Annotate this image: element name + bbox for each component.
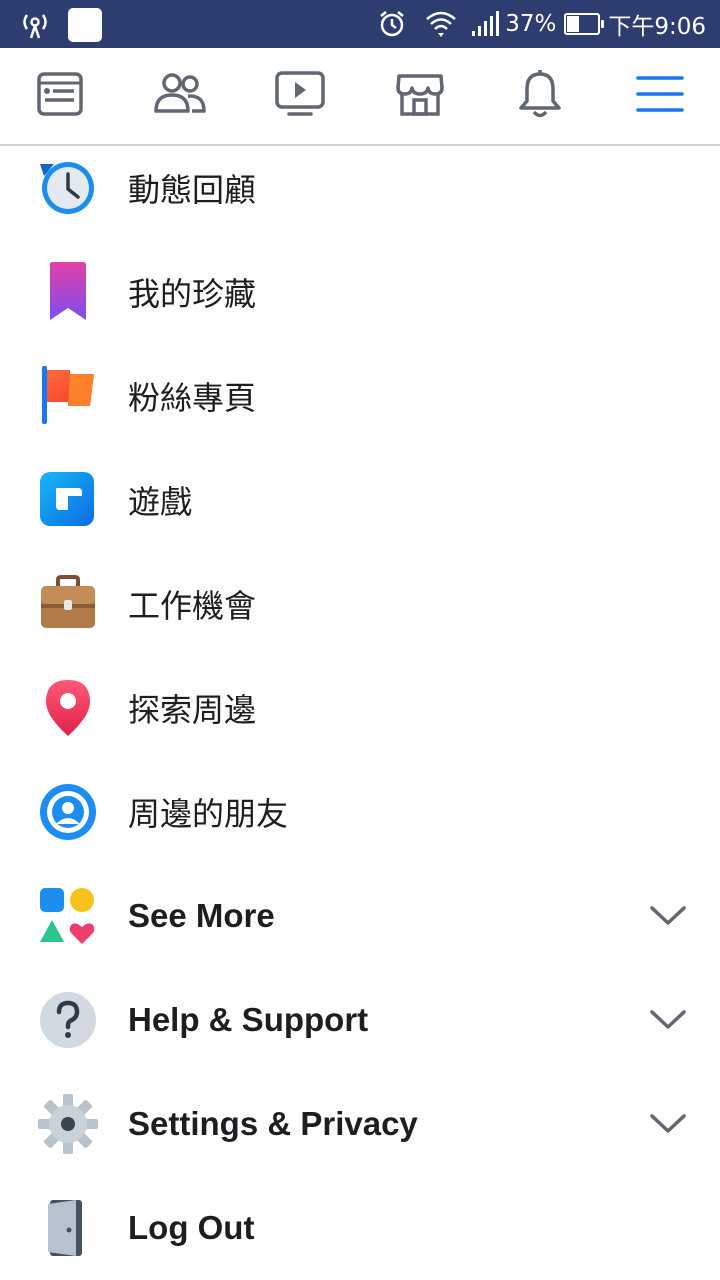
status-bar: 37% 下午9:06	[0, 0, 720, 48]
friends-icon	[154, 71, 206, 121]
wireless-tether-icon	[18, 10, 52, 40]
status-bar-left	[18, 8, 102, 42]
tab-news-feed[interactable]	[0, 48, 120, 144]
tab-watch[interactable]	[240, 48, 360, 144]
menu-item-log-out[interactable]: Log Out	[0, 1176, 720, 1280]
location-pin-icon	[38, 678, 98, 738]
menu-item-label: 我的珍藏	[128, 275, 257, 313]
see-more-shapes-icon	[38, 886, 98, 946]
tab-menu[interactable]	[600, 48, 720, 144]
menu-item-help-support[interactable]: Help & Support	[0, 968, 720, 1072]
battery-percent: 37%	[505, 11, 557, 37]
chevron-down-icon[interactable]	[648, 896, 688, 936]
menu-item-label: 遊戲	[128, 483, 193, 521]
menu-item-label: Help & Support	[128, 1001, 369, 1038]
hamburger-menu-icon	[636, 74, 684, 118]
menu-item-nearby-friends[interactable]: 周邊的朋友	[0, 760, 720, 864]
menu-item-jobs[interactable]: 工作機會	[0, 552, 720, 656]
news-feed-icon	[36, 70, 84, 122]
watch-video-icon	[274, 70, 326, 122]
notification-app-icon	[68, 8, 102, 42]
settings-gear-icon	[38, 1094, 98, 1154]
status-bar-right: 37% 下午9:06	[377, 0, 706, 48]
menu-item-settings-privacy[interactable]: Settings & Privacy	[0, 1072, 720, 1176]
gaming-icon	[38, 470, 98, 530]
battery-icon	[564, 13, 605, 35]
logout-door-icon	[38, 1198, 98, 1258]
signal-icon	[471, 11, 500, 37]
menu-item-label: 工作機會	[128, 587, 257, 625]
menu-item-label: 動態回顧	[128, 171, 257, 209]
battery-level	[567, 16, 580, 32]
saved-bookmark-icon	[38, 262, 98, 322]
pages-flag-icon	[38, 366, 98, 426]
menu-item-label: 粉絲專頁	[128, 379, 257, 417]
alarm-icon	[377, 9, 407, 39]
menu-item-see-more[interactable]: See More	[0, 864, 720, 968]
wifi-icon	[425, 9, 457, 39]
tab-notifications[interactable]	[480, 48, 600, 144]
help-question-icon	[38, 990, 98, 1050]
jobs-briefcase-icon	[38, 574, 98, 634]
status-time: 下午9:06	[608, 14, 706, 40]
menu-item-pages[interactable]: 粉絲專頁	[0, 344, 720, 448]
menu-item-label: See More	[128, 897, 275, 934]
tab-friends[interactable]	[120, 48, 240, 144]
top-nav	[0, 48, 720, 146]
marketplace-store-icon	[395, 70, 445, 122]
chevron-down-icon[interactable]	[648, 1104, 688, 1144]
menu-item-label: Settings & Privacy	[128, 1105, 418, 1142]
menu-item-label: 探索周邊	[128, 691, 257, 729]
menu-item-label: 周邊的朋友	[128, 795, 289, 833]
menu-item-saved[interactable]: 我的珍藏	[0, 240, 720, 344]
menu-list: 動態回顧 我的珍藏 粉絲專頁 遊戲 工作機會 探索周邊 周邊的朋友 See Mo…	[0, 136, 720, 1280]
menu-item-gaming[interactable]: 遊戲	[0, 448, 720, 552]
menu-item-label: Log Out	[128, 1209, 255, 1246]
bell-icon	[517, 69, 563, 123]
menu-item-explore-nearby[interactable]: 探索周邊	[0, 656, 720, 760]
memories-clock-icon	[38, 158, 98, 218]
nearby-friends-icon	[38, 782, 98, 842]
chevron-down-icon[interactable]	[648, 1000, 688, 1040]
menu-item-memories[interactable]: 動態回顧	[0, 136, 720, 240]
tab-marketplace[interactable]	[360, 48, 480, 144]
